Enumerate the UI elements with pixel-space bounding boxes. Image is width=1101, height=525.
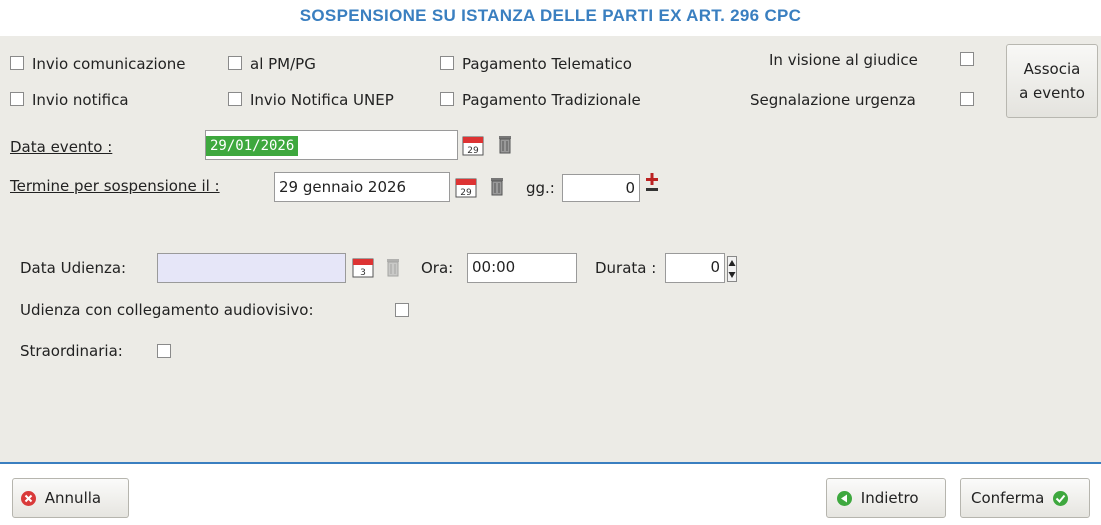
invio-comunicazione-checkbox[interactable]	[10, 56, 24, 70]
ora-input[interactable]: 00:00	[467, 253, 577, 283]
conferma-label: Conferma	[971, 489, 1045, 507]
a-evento-label: a evento	[1019, 84, 1085, 102]
termine-label: Termine per sospensione il :	[10, 177, 220, 195]
pagamento-telematico-checkbox[interactable]	[440, 56, 454, 70]
collegamento-audiovisivo-checkbox[interactable]	[395, 303, 409, 317]
straordinaria-label: Straordinaria:	[20, 342, 123, 360]
data-evento-label: Data evento :	[10, 138, 113, 156]
in-visione-giudice-label: In visione al giudice	[769, 51, 918, 69]
associa-evento-button[interactable]: Associa a evento	[1006, 44, 1098, 118]
calendar-day: 3	[360, 268, 366, 278]
segnalazione-urgenza-label: Segnalazione urgenza	[750, 91, 916, 109]
straordinaria-checkbox[interactable]	[157, 344, 171, 358]
trash-icon[interactable]	[386, 257, 400, 277]
al-pm-pg-checkbox[interactable]	[228, 56, 242, 70]
indietro-label: Indietro	[860, 489, 919, 507]
calendar-icon[interactable]: 29	[462, 134, 484, 156]
plus-minus-icon[interactable]	[644, 172, 660, 194]
invio-notifica-label: Invio notifica	[32, 91, 129, 109]
indietro-button[interactable]: Indietro	[826, 478, 946, 518]
data-evento-input[interactable]: 29/01/2026	[205, 130, 458, 160]
data-udienza-label: Data Udienza:	[20, 259, 127, 277]
gg-input[interactable]: 0	[562, 174, 640, 202]
pagamento-tradizionale-label: Pagamento Tradizionale	[462, 91, 641, 109]
gg-label: gg.:	[526, 179, 555, 197]
associa-label: Associa	[1023, 60, 1081, 78]
invio-notifica-unep-label: Invio Notifica UNEP	[250, 91, 394, 109]
pagamento-tradizionale-checkbox[interactable]	[440, 92, 454, 106]
durata-label: Durata :	[595, 259, 657, 277]
cancel-icon	[21, 491, 36, 506]
conferma-button[interactable]: Conferma	[960, 478, 1090, 518]
collegamento-audiovisivo-label: Udienza con collegamento audiovisivo:	[20, 301, 314, 319]
data-evento-value: 29/01/2026	[206, 136, 299, 156]
in-visione-giudice-checkbox[interactable]	[960, 52, 974, 66]
data-udienza-input[interactable]	[157, 253, 346, 283]
segnalazione-urgenza-checkbox[interactable]	[960, 92, 974, 106]
calendar-icon[interactable]: 3	[352, 256, 374, 278]
termine-input[interactable]: 29 gennaio 2026	[274, 172, 450, 202]
ora-label: Ora:	[421, 259, 454, 277]
invio-comunicazione-label: Invio comunicazione	[32, 55, 186, 73]
page-title: SOSPENSIONE SU ISTANZA DELLE PARTI EX AR…	[299, 6, 802, 25]
durata-input[interactable]: 0	[665, 253, 725, 283]
pagamento-telematico-label: Pagamento Telematico	[462, 55, 632, 73]
calendar-icon[interactable]: 29	[455, 176, 477, 198]
annulla-label: Annulla	[44, 489, 102, 507]
footer-separator	[0, 462, 1101, 464]
al-pm-pg-label: al PM/PG	[250, 55, 316, 73]
invio-notifica-checkbox[interactable]	[10, 92, 24, 106]
trash-icon[interactable]	[490, 176, 504, 196]
calendar-day: 29	[467, 146, 479, 156]
annulla-button[interactable]: Annulla	[12, 478, 129, 518]
check-icon	[1053, 491, 1069, 506]
back-arrow-icon	[837, 491, 852, 506]
trash-icon[interactable]	[498, 134, 512, 154]
calendar-day: 29	[460, 188, 472, 198]
durata-spinner-icon[interactable]	[727, 256, 737, 282]
invio-notifica-unep-checkbox[interactable]	[228, 92, 242, 106]
